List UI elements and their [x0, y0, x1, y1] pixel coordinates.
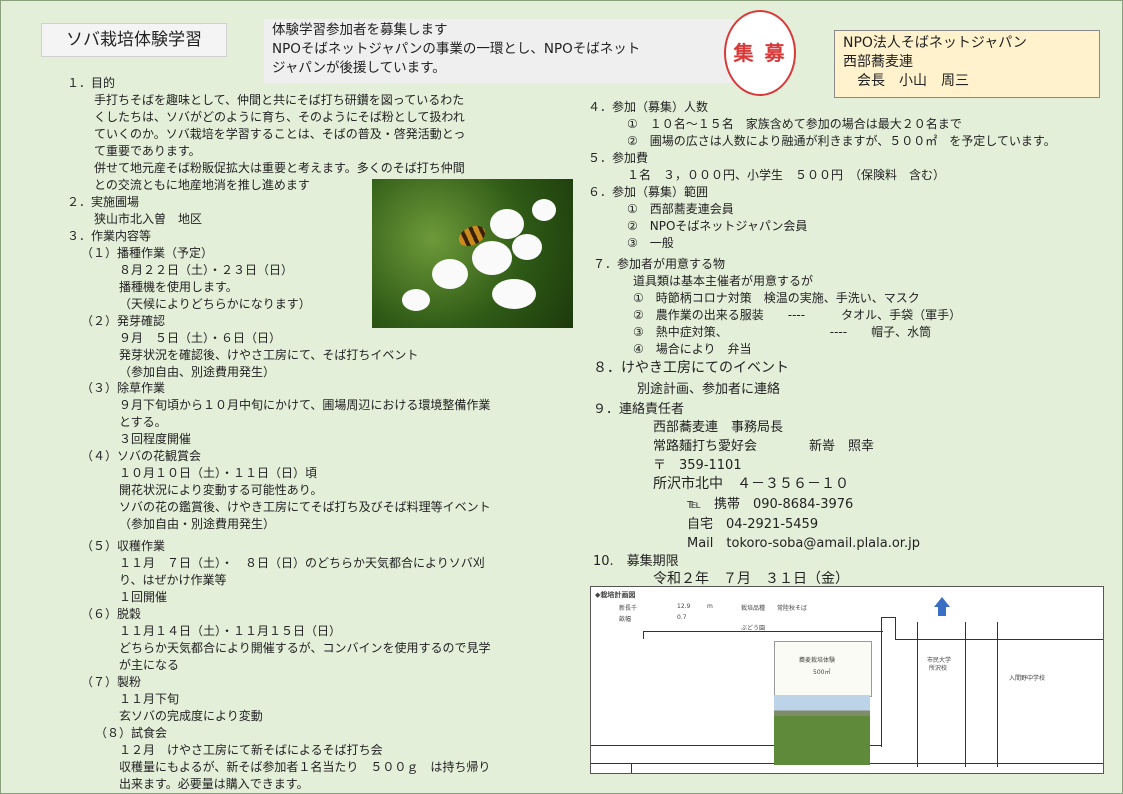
text-line: １１月 ７日（土）・ ８日（日）のどちらか天気都合によりソバ刈 [119, 556, 485, 570]
text-line: （参加自由、別途費用発生） [119, 365, 276, 379]
notice-line: ジャパンが後援しています。 [272, 60, 446, 76]
text-line: （５）収穫作業 [81, 539, 166, 553]
text-line: 別途計画、参加者に連絡 [637, 382, 781, 397]
text-line: ③ 一般 [627, 236, 674, 250]
text-line: 発芽状況を確認後、けやさ工房にて、そば打ちイベント [119, 348, 419, 362]
cultivation-plan-map: ◆栽培計画図 新長千 12.9 m 栽培品種 常陸秋そば 畝幅 0.7 ぶどう園… [590, 586, 1104, 774]
organizer-line: 会長 小山 周三 [843, 73, 969, 89]
text-line: （３）除草作業 [81, 381, 166, 395]
text-line: 自宅 04-2921-5459 [687, 517, 819, 532]
text-line: １．目的 [67, 76, 116, 90]
text-line: ℡ 携帯 090-8684-3976 [687, 497, 854, 512]
text-line: ４．参加（募集）人数 [588, 100, 709, 114]
text-line: ３．作業内容等 [67, 229, 152, 243]
text-line: （天候によりどちらかになります） [119, 297, 311, 311]
text-line: （４）ソバの花観賞会 [81, 449, 202, 463]
text-line: １１月１４日（土）・１１月１５日（日） [119, 624, 342, 638]
text-line: 収穫量にもよるが、新そば参加者１名当たり ５００ｇ は持ち帰り [119, 760, 491, 774]
text-line: 10. 募集期限 [593, 554, 679, 569]
text-line: ２．実施圃場 [67, 195, 140, 209]
text-line: とする。 [119, 415, 167, 429]
text-line: １回開催 [119, 590, 168, 604]
map-label: 常陸秋そば [777, 605, 808, 612]
text-line: ② 農作業の出来る服装 ---- タオル、手袋（軍手） [633, 308, 962, 322]
text-line: ５．参加費 [588, 151, 649, 165]
text-line: １２月 けやさ工房にて新そばによるそば打ち会 [119, 743, 383, 757]
text-line: 開花状況により変動する可能性あり。 [119, 483, 323, 497]
text-line: ８．けやき工房にてのイベント [593, 360, 789, 376]
field-photo [774, 695, 870, 765]
recruitment-stamp: 集 募 [724, 10, 796, 96]
text-line: 出来ます。必要量は購入できます。 [119, 777, 309, 791]
map-label: 12.9 [677, 603, 691, 610]
text-line: 令和２年 ７月 ３１日（金） [653, 571, 849, 587]
text-line: ② NPOそばネットジャパン会員 [627, 219, 808, 233]
text-line: （２）発芽確認 [81, 314, 166, 328]
text-line: （６）脱穀 [81, 607, 142, 621]
organizer-line: 西部蕎麦連 [843, 54, 913, 70]
text-line: ９．連絡責任者 [593, 402, 685, 417]
text-line: ていくのか。ソバ栽培を学習することは、そばの普及・啓発活動とっ [94, 127, 466, 141]
map-label: 所沢校 [929, 665, 948, 672]
text-line: 西部蕎麦連 事務局長 [653, 420, 784, 435]
text-line: が主になる [119, 658, 180, 672]
text-line: ９月下旬頃から１０月中旬にかけて、圃場周辺における環境整備作業 [119, 398, 491, 412]
text-line: ７．参加者が用意する物 [593, 257, 726, 271]
buckwheat-flower-photo [372, 179, 573, 328]
text-line: との交流ともに地産地消を推し進めます [94, 178, 310, 192]
text-line: ９月 ５日（土）・６日（日） [119, 331, 282, 345]
text-line: ６．参加（募集）範囲 [588, 185, 709, 199]
text-line: １０月１０日（土）・１１日（日）頃 [119, 466, 318, 480]
map-heading: ◆栽培計画図 [595, 591, 636, 599]
text-line: （７）製粉 [81, 675, 142, 689]
text-line: （参加自由・別途費用発生） [119, 517, 276, 531]
map-label: 蕎麦栽培体験 [799, 657, 836, 664]
text-line: ④ 場合により 弁当 [633, 342, 752, 356]
map-label: 入間野中学校 [1009, 675, 1046, 682]
text-line: 狭山市北入曽 地区 [94, 212, 203, 226]
notice-line: NPOそばネットジャパンの事業の一環とし、NPOそばネット [272, 41, 641, 57]
text-line: 所沢市北中 ４－３５６－１０ [653, 476, 849, 492]
page-title: ソバ栽培体験学習 [41, 23, 227, 57]
text-line: ８月２２日（土）・２３日（日） [119, 263, 294, 277]
text-line: て重要であります。 [94, 144, 201, 158]
text-line: 併せて地元産そば粉販促拡大は重要と考えます。多くのそば打ち仲間 [94, 161, 465, 175]
text-line: どちらか天気都合により開催するが、コンバインを使用するので見学 [119, 641, 491, 655]
text-line: ① 西部蕎麦連会員 [627, 202, 734, 216]
text-line: 常路麺打ち愛好会 新嵜 照幸 [653, 439, 875, 454]
text-line: 〒 359-1101 [653, 458, 742, 473]
north-arrow-icon [934, 597, 950, 607]
text-line: ソバの花の鑑賞後、けやき工房にてそば打ち及びそば料理等イベント [119, 500, 491, 514]
text-line: くしたちは、ソバがどのように育ち、そのようにそば粉として扱われ [94, 110, 465, 124]
map-label: 0.7 [677, 614, 687, 621]
text-line: １１月下旬 [119, 692, 180, 706]
text-line: １名 ３，０００円、小学生 ５００円 （保険料 含む） [627, 168, 946, 182]
text-line: ① １０名～１５名 家族含めて参加の場合は最大２０名まで [627, 117, 962, 131]
text-line: ① 時節柄コロナ対策 検温の実施、手洗い、マスク [633, 291, 920, 305]
text-line: 播種機を使用します。 [119, 280, 238, 294]
text-line: 道具類は基本主催者が用意するが [633, 274, 814, 288]
text-line: ３回程度開催 [119, 432, 192, 446]
map-label: 新長千 [619, 605, 638, 612]
text-line: ③ 熱中症対策、 ---- 帽子、水筒 [633, 325, 932, 339]
text-line: 玄ソバの完成度により変動 [119, 709, 263, 723]
notice-box: 体験学習参加者を募集します NPOそばネットジャパンの事業の一環とし、NPOそば… [264, 19, 734, 83]
map-label: 畝幅 [619, 616, 632, 623]
map-label: 栽培品種 [741, 605, 766, 612]
text-line: り、はぜかけ作業等 [119, 573, 227, 587]
flyer-page: ソバ栽培体験学習 体験学習参加者を募集します NPOそばネットジャパンの事業の一… [0, 0, 1123, 794]
organizer-line: NPO法人そばネットジャパン [843, 35, 1027, 51]
text-line: ② 圃場の広さは人数により融通が利きますが、５００㎡ を予定しています。 [627, 134, 1056, 148]
organizer-box: NPO法人そばネットジャパン 西部蕎麦連 会長 小山 周三 [834, 30, 1100, 98]
text-line: （８）試食会 [95, 726, 168, 740]
map-label: m [707, 603, 713, 610]
text-line: （１）播種作業（予定） [81, 246, 214, 260]
notice-line: 体験学習参加者を募集します [272, 22, 448, 38]
text-line: 手打ちそばを趣味として、仲間と共にそば打ち研鑽を図っているわた [94, 93, 465, 107]
map-label: 500㎡ [813, 669, 831, 676]
text-line: Mail tokoro-soba@amail.plala.or.jp [687, 536, 920, 551]
